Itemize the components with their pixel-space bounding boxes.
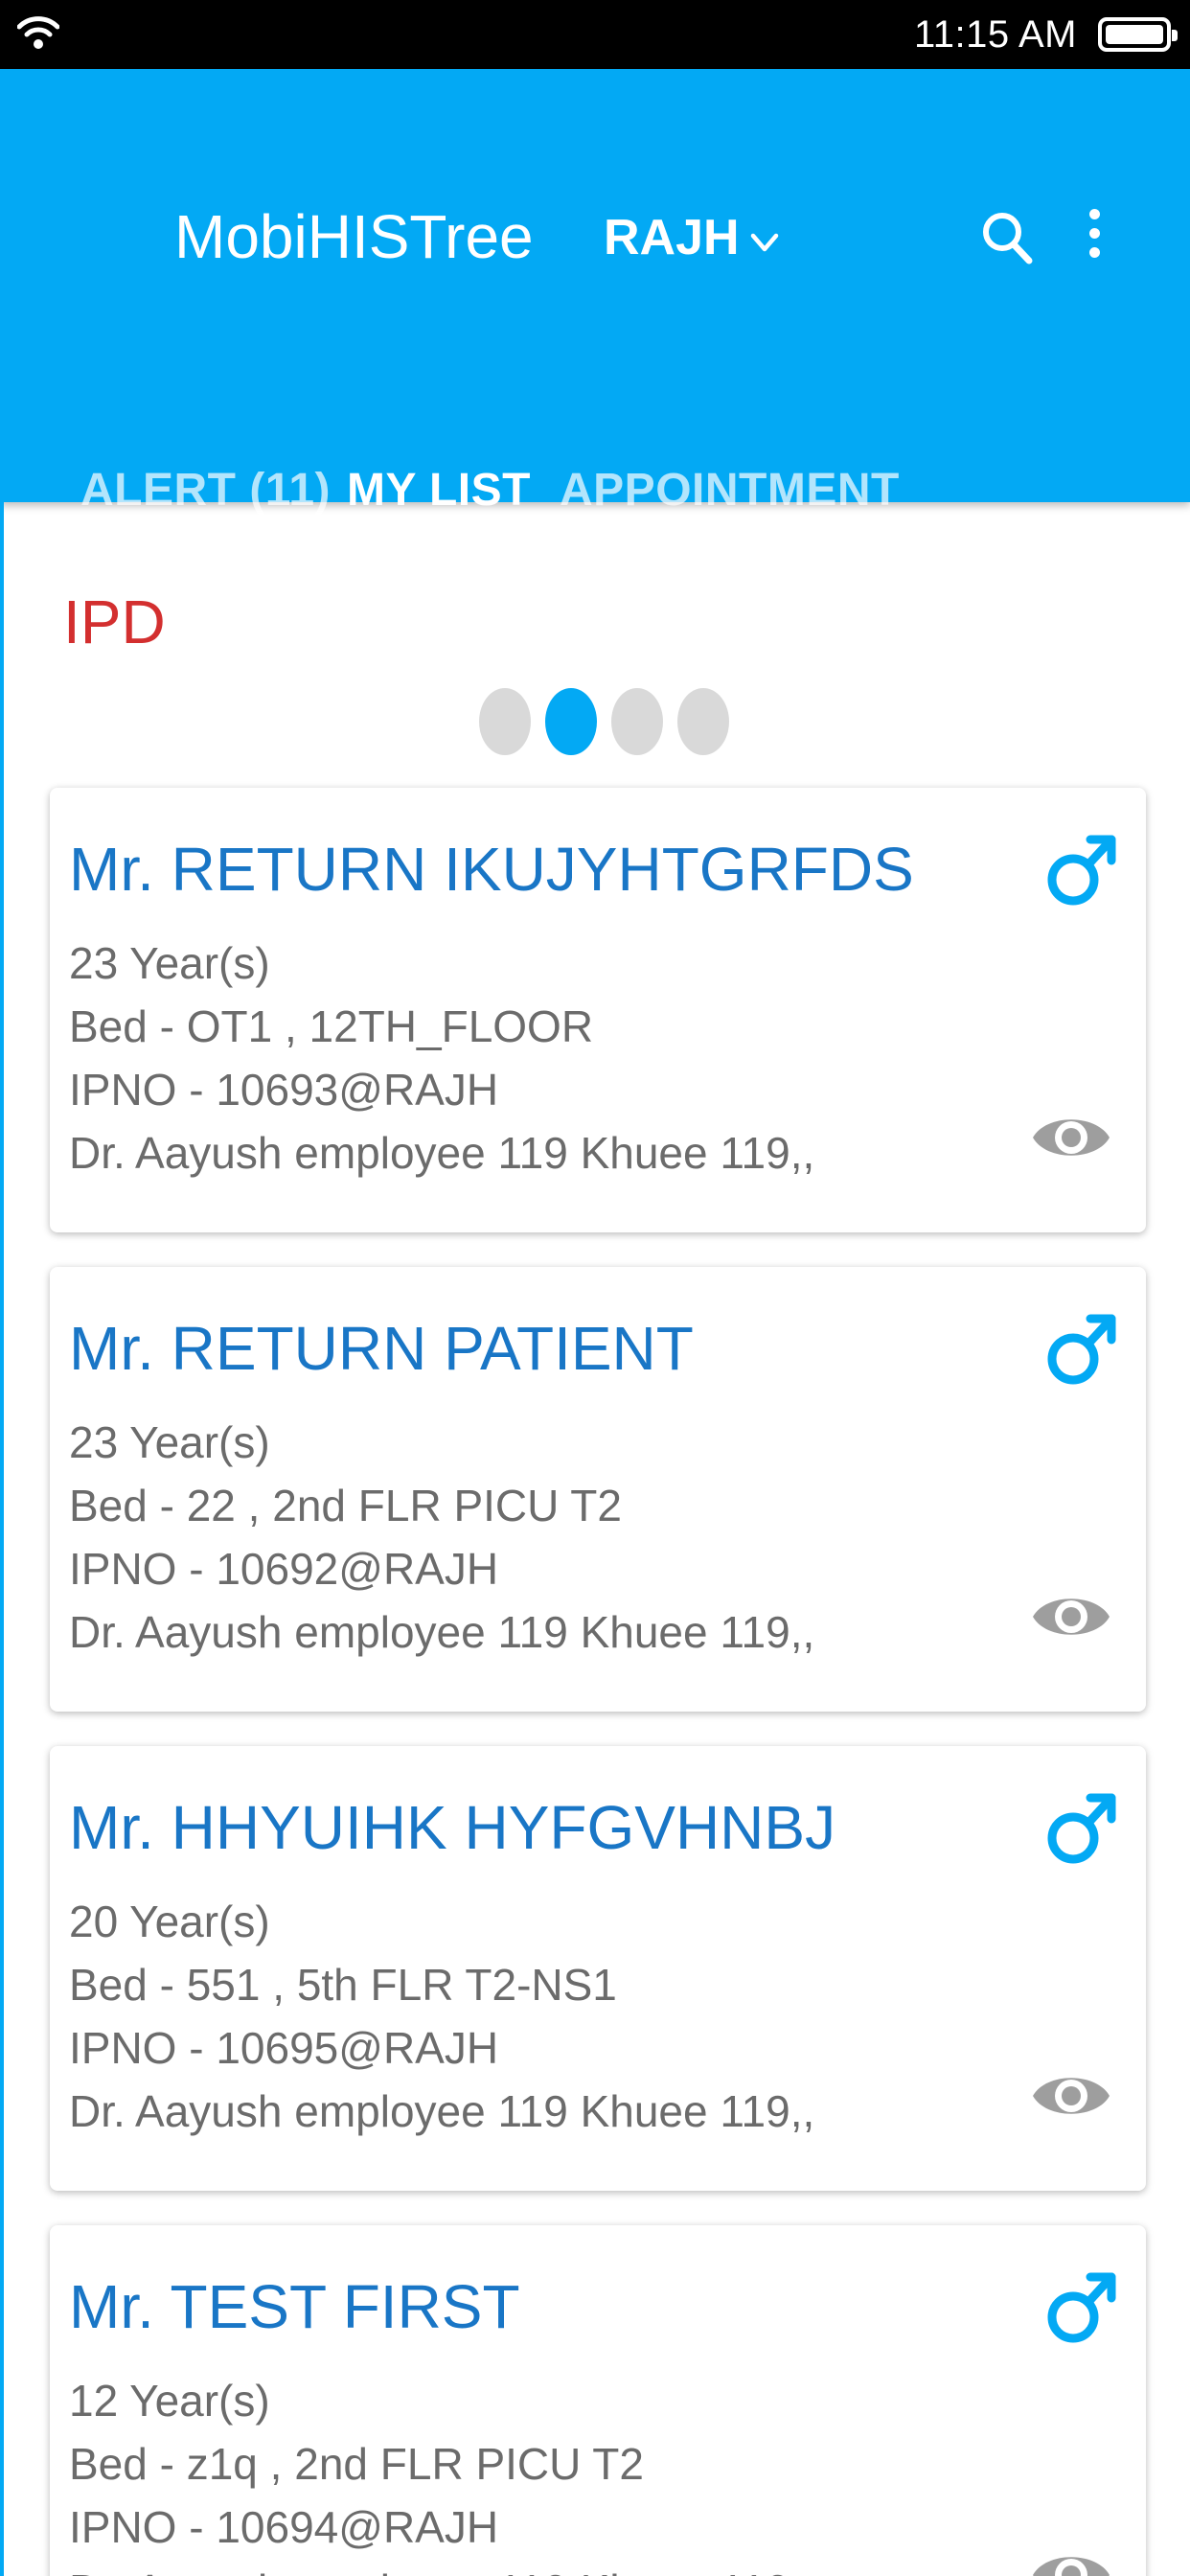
patient-bed: Bed - OT1 , 12TH_FLOOR bbox=[69, 1001, 594, 1051]
patient-bed: Bed - z1q , 2nd FLR PICU T2 bbox=[69, 2439, 644, 2489]
status-bar: 11:15 AM bbox=[0, 0, 1190, 69]
patient-name: Mr. TEST FIRST bbox=[69, 2272, 520, 2341]
left-edge-accent bbox=[0, 502, 4, 2576]
app-title: MobiHISTree bbox=[174, 202, 534, 271]
patient-card[interactable]: Mr. RETURN IKUJYHTGRFDS 23 Year(s) Bed -… bbox=[50, 788, 1146, 1232]
page-dot[interactable] bbox=[479, 688, 531, 755]
active-tab-indicator bbox=[328, 564, 525, 571]
patient-ipno: IPNO - 10695@RAJH bbox=[69, 2023, 499, 2073]
page-indicator bbox=[479, 688, 744, 755]
page-dot-active[interactable] bbox=[545, 688, 597, 755]
tab-bar: ALERT (11) MY LIST APPOINTMENT bbox=[0, 433, 1190, 571]
tab-alert[interactable]: ALERT (11) bbox=[80, 464, 331, 517]
patient-doctor: Dr. Aayush employee 119 Khuee 119,, bbox=[69, 1128, 815, 1178]
patient-name: Mr. RETURN PATIENT bbox=[69, 1314, 694, 1383]
app-bar: MobiHISTree RAJH ALERT (11) MY LIST APPO… bbox=[0, 69, 1190, 571]
patient-doctor: Dr. Aayush employee 119 Khuee 119,, bbox=[69, 1607, 815, 1657]
page-dot[interactable] bbox=[677, 688, 729, 755]
section-title: IPD bbox=[63, 587, 166, 656]
tab-my-list[interactable]: MY LIST bbox=[347, 464, 531, 517]
hospital-selector[interactable]: RAJH bbox=[604, 209, 782, 266]
patient-doctor: Dr. Aayush employee 119 Khuee 119,, bbox=[69, 2564, 814, 2576]
eye-icon[interactable] bbox=[1031, 1587, 1111, 1646]
male-icon bbox=[1047, 835, 1116, 906]
tab-appointment[interactable]: APPOINTMENT bbox=[560, 464, 900, 517]
eye-icon[interactable] bbox=[1031, 2066, 1111, 2126]
page-dot[interactable] bbox=[611, 688, 663, 755]
wifi-icon bbox=[17, 16, 59, 49]
status-time: 11:15 AM bbox=[913, 13, 1077, 56]
battery-icon bbox=[1098, 17, 1178, 52]
eye-icon[interactable] bbox=[1031, 2545, 1111, 2576]
male-icon bbox=[1047, 1314, 1116, 1385]
patient-bed: Bed - 22 , 2nd FLR PICU T2 bbox=[69, 1481, 622, 1530]
patient-ipno: IPNO - 10693@RAJH bbox=[69, 1065, 499, 1115]
search-icon[interactable] bbox=[979, 205, 1037, 272]
hospital-selector-label: RAJH bbox=[604, 210, 740, 265]
more-options-icon[interactable] bbox=[1079, 201, 1110, 268]
male-icon bbox=[1047, 2272, 1116, 2343]
patient-age: 20 Year(s) bbox=[69, 1897, 270, 1946]
patient-doctor: Dr. Aayush employee 119 Khuee 119,, bbox=[69, 2086, 815, 2136]
patient-age: 12 Year(s) bbox=[69, 2376, 270, 2426]
patient-age: 23 Year(s) bbox=[69, 1417, 270, 1467]
patient-age: 23 Year(s) bbox=[69, 938, 270, 988]
patient-card[interactable]: Mr. RETURN PATIENT 23 Year(s) Bed - 22 ,… bbox=[50, 1267, 1146, 1712]
patient-card[interactable]: Mr. HHYUIHK HYFGVHNBJ 20 Year(s) Bed - 5… bbox=[50, 1746, 1146, 2191]
male-icon bbox=[1047, 1793, 1116, 1864]
patient-name: Mr. RETURN IKUJYHTGRFDS bbox=[69, 835, 914, 904]
patient-name: Mr. HHYUIHK HYFGVHNBJ bbox=[69, 1793, 836, 1862]
patient-bed: Bed - 551 , 5th FLR T2-NS1 bbox=[69, 1960, 617, 2010]
patient-ipno: IPNO - 10694@RAJH bbox=[69, 2502, 499, 2552]
patient-card[interactable]: Mr. TEST FIRST 12 Year(s) Bed - z1q , 2n… bbox=[50, 2225, 1146, 2576]
chevron-down-icon bbox=[750, 233, 778, 252]
patient-ipno: IPNO - 10692@RAJH bbox=[69, 1544, 499, 1594]
eye-icon[interactable] bbox=[1031, 1108, 1111, 1167]
